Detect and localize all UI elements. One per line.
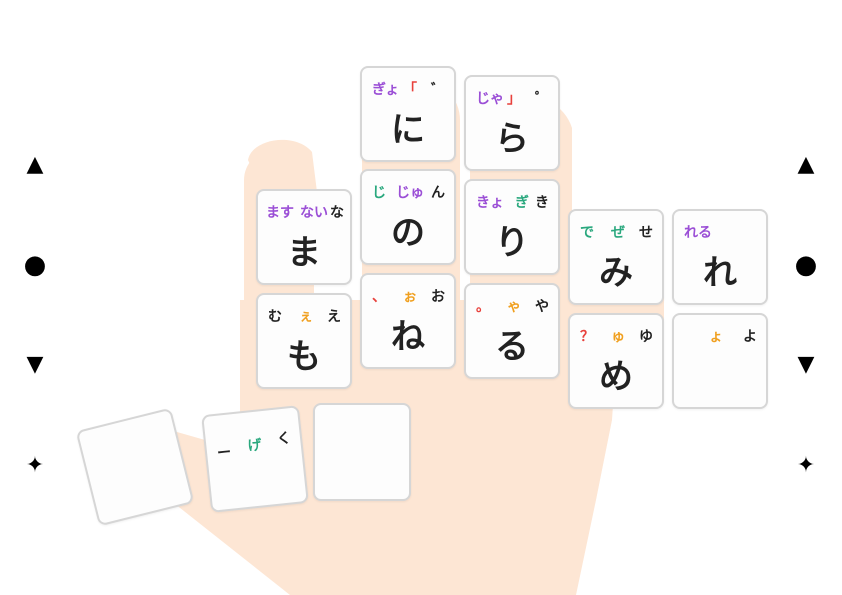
key-mi-main: み — [599, 253, 633, 293]
key-me[interactable]: ？ ゅ ゆ め — [568, 313, 664, 409]
sparkle-icon: ✦ — [796, 453, 816, 478]
triangle-down-icon: ▼ — [26, 352, 44, 377]
key-mo[interactable]: む ぇ え も — [256, 293, 352, 389]
key-re-top-left: れる — [684, 225, 712, 241]
key-yo[interactable]: ょ よ — [672, 313, 768, 409]
key-mi[interactable]: で ぜ せ み — [568, 209, 664, 305]
key-mi-top-right: せ — [639, 225, 653, 241]
key-no-main: の — [391, 213, 425, 253]
key-mi-top-mid: ぜ — [611, 225, 625, 241]
key-ni-main: に — [391, 110, 425, 150]
key-mo-main: も — [287, 337, 321, 377]
key-thumb-2[interactable]: ー げ く — [201, 405, 309, 513]
key-me-top-right: ゆ — [639, 329, 653, 345]
key-thumb-2-main — [210, 469, 303, 479]
key-ri-top-right: き — [535, 195, 549, 211]
key-thumb-2-top-right: く — [276, 430, 292, 448]
key-ra-main: ら — [495, 119, 529, 159]
key-no-top-mid: じゅ — [396, 185, 424, 201]
key-ne-top-left: 、 — [372, 289, 386, 305]
key-re[interactable]: れる れ — [672, 209, 768, 305]
key-ne-top-mid: ぉ — [403, 289, 417, 305]
key-no-top-left: じ — [372, 185, 386, 201]
key-ni-top-left: ぎょ — [372, 82, 400, 98]
key-re-main: れ — [703, 253, 737, 293]
key-mo-top-mid: ぇ — [299, 309, 313, 325]
key-ma-top-left: ます — [266, 205, 294, 221]
key-ni-top-right: ゛ — [431, 82, 445, 98]
key-thumb-2-top-left: ー — [216, 444, 233, 462]
key-ne-top-right: お — [431, 289, 445, 305]
key-ru-top-left: 。 — [476, 299, 490, 315]
key-yo-top-mid: ょ — [709, 329, 723, 345]
key-ma-top-mid: ない — [300, 205, 328, 221]
key-no-top-right: ん — [431, 185, 445, 201]
key-ni-top-mid: 「 — [403, 82, 417, 98]
key-no[interactable]: じ じゅ ん の — [360, 169, 456, 265]
key-thumb-2-top-mid: げ — [246, 437, 263, 455]
key-thumb-3[interactable] — [313, 403, 411, 501]
key-ru[interactable]: 。 ゃ や る — [464, 283, 560, 379]
key-ri[interactable]: きょ ぎ き り — [464, 179, 560, 275]
key-mo-top-right: え — [327, 309, 341, 325]
key-me-top-left: ？ — [580, 329, 594, 345]
key-ra-top-mid: 」 — [507, 91, 521, 107]
key-ma-main: ま — [287, 233, 321, 273]
circle-icon: ● — [794, 250, 818, 280]
key-ra-top-left: じゃ — [476, 91, 504, 107]
key-me-top-mid: ゅ — [611, 329, 625, 345]
key-ri-main: り — [495, 223, 529, 263]
key-ne-main: ね — [391, 317, 425, 357]
key-ma-top-right: な — [330, 205, 344, 221]
key-me-main: め — [599, 357, 633, 397]
key-ni[interactable]: ぎょ 「 ゛ に — [360, 66, 456, 162]
key-ru-top-mid: ゃ — [507, 299, 521, 315]
key-ru-main: る — [495, 327, 529, 367]
key-thumb-1-main — [93, 470, 184, 493]
triangle-up-icon: ▲ — [797, 152, 815, 177]
key-ri-top-mid: ぎ — [515, 195, 529, 211]
circle-icon: ● — [23, 250, 47, 280]
key-mo-top-left: む — [268, 309, 282, 325]
key-ru-top-right: や — [535, 299, 549, 315]
sparkle-icon: ✦ — [25, 453, 45, 478]
key-ma[interactable]: ます ない な ま — [256, 189, 352, 285]
triangle-down-icon: ▼ — [797, 352, 815, 377]
key-ri-top-left: きょ — [476, 195, 504, 211]
key-ra[interactable]: じゃ 」 ゜ ら — [464, 75, 560, 171]
key-ra-top-right: ゜ — [535, 91, 549, 107]
key-mi-top-left: で — [580, 225, 594, 241]
key-ne[interactable]: 、 ぉ お ね — [360, 273, 456, 369]
key-yo-top-right: よ — [743, 329, 757, 345]
triangle-up-icon: ▲ — [26, 152, 44, 177]
